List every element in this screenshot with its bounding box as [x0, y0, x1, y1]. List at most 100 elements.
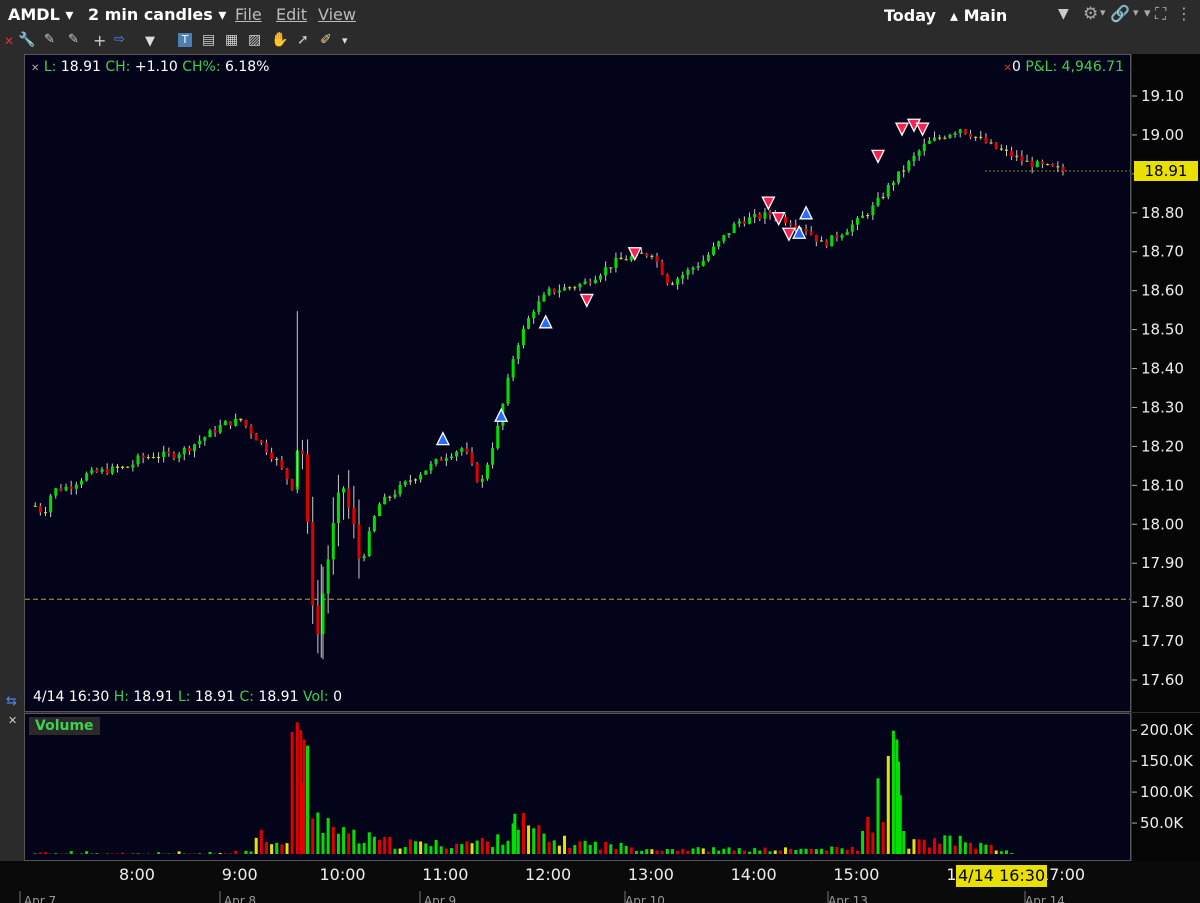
- volume-bar: [521, 813, 525, 854]
- position-value: 0: [1011, 59, 1021, 75]
- period-selector[interactable]: Today: [884, 6, 936, 25]
- candle-body: [660, 261, 664, 275]
- volume-bar: [414, 841, 417, 854]
- fib-icon[interactable]: ▦: [225, 32, 238, 48]
- volume-bar: [963, 842, 967, 854]
- price-chart-panel[interactable]: ✕ L: 18.91 CH: +1.10 CH%: 6.18% ✕0 P&L: …: [24, 54, 1131, 712]
- gear-dropdown-icon[interactable]: ▾: [1100, 6, 1106, 19]
- layout-selector[interactable]: ▴ Main: [950, 6, 1007, 25]
- volume-bar: [311, 818, 315, 854]
- candle-body: [886, 185, 890, 197]
- eraser-dropdown-icon[interactable]: ▾: [342, 34, 348, 47]
- change-pct-value: 6.18%: [225, 59, 270, 75]
- settings-small-icon[interactable]: ✕: [31, 63, 39, 74]
- volume-bar: [640, 851, 644, 854]
- price-tick-label: 19.00: [1141, 126, 1184, 144]
- volume-bar: [249, 851, 253, 854]
- drawing-toolbar: ✕ 🔧 ✎ ✎ + ⇨ ▼ T ▤ ▦ ▨ ✋ ➚ ✐ ▾: [0, 30, 1200, 54]
- symbol-selector[interactable]: AMDL ▾: [8, 5, 73, 24]
- volume-panel[interactable]: Volume: [24, 713, 1131, 861]
- candle-body: [187, 447, 191, 452]
- candle-body: [95, 469, 99, 472]
- menu-view[interactable]: View: [318, 5, 356, 24]
- volume-bar: [388, 837, 392, 854]
- pnl-value: 4,946.71: [1061, 59, 1124, 75]
- volume-bar: [953, 845, 957, 854]
- candle-body: [1056, 166, 1060, 168]
- text-tool-icon[interactable]: T: [178, 33, 192, 47]
- volume-bar-spike: [513, 813, 517, 854]
- time-axis[interactable]: 8:009:0010:0011:0012:0013:0014:0015:0016…: [0, 861, 1200, 903]
- arrow-icon[interactable]: ⇨: [114, 32, 125, 47]
- volume-bar-spike: [895, 739, 899, 854]
- volume-bar: [599, 849, 602, 854]
- maximize-icon[interactable]: ⛶: [1155, 4, 1166, 24]
- remove-icon[interactable]: ✕: [4, 34, 14, 48]
- price-tick-label: 18.80: [1141, 204, 1184, 222]
- link-dropdown-icon[interactable]: ▾: [1133, 6, 1139, 19]
- interval-selector[interactable]: 2 min candles ▾: [88, 5, 226, 24]
- close-pnl-icon[interactable]: ✕: [1004, 63, 1012, 74]
- bars-icon[interactable]: ▤: [202, 32, 215, 48]
- candle-body: [403, 481, 407, 485]
- candle-body: [259, 440, 263, 443]
- candle-body: [876, 197, 880, 206]
- volume-bar: [660, 850, 664, 854]
- gear-icon[interactable]: ⚙: [1083, 4, 1098, 24]
- candle-body: [943, 137, 947, 139]
- close-window-icon[interactable]: ⋮: [1176, 4, 1192, 23]
- candle-body: [1004, 149, 1008, 151]
- volume-axis[interactable]: 200.0K 150.0K 100.0K 50.0K: [1132, 713, 1200, 861]
- menu-edit[interactable]: Edit: [276, 5, 307, 24]
- close-panel-icon[interactable]: ✕: [8, 714, 17, 727]
- volume-bar: [419, 841, 423, 854]
- candle-body: [38, 505, 42, 513]
- crosshair-icon[interactable]: +: [93, 31, 106, 50]
- candle-body: [470, 452, 474, 464]
- pin-icon[interactable]: ✎: [44, 32, 55, 47]
- volume-bar: [969, 842, 972, 854]
- candle-body: [331, 522, 335, 560]
- price-axis[interactable]: 19.1019.0018.9018.8018.7018.6018.5018.40…: [1132, 54, 1200, 712]
- candle-body: [624, 259, 628, 261]
- candle-body: [1020, 155, 1024, 161]
- lines-icon[interactable]: ▨: [248, 32, 261, 48]
- volume-bar: [866, 816, 870, 854]
- volume-bar: [814, 849, 818, 854]
- volume-bar: [737, 848, 741, 854]
- collapse-icon[interactable]: ▼: [145, 34, 155, 49]
- candle-body: [372, 516, 376, 532]
- volume-bar: [609, 844, 613, 854]
- last-value: 18.91: [60, 59, 101, 75]
- volume-bar: [871, 832, 875, 854]
- candle-body: [167, 451, 171, 454]
- candle-body: [599, 275, 602, 280]
- volume-bar: [403, 847, 407, 854]
- candle-body: [871, 205, 875, 216]
- bar-info: 4/14 16:30 H: 18.91 L: 18.91 C: 18.91 Vo…: [33, 689, 342, 705]
- minimize-icon[interactable]: ▾: [1144, 6, 1151, 21]
- eraser-icon[interactable]: ✐: [320, 32, 332, 48]
- wrench-icon[interactable]: 🔧: [18, 32, 35, 48]
- candle-body: [193, 444, 197, 452]
- volume-bar: [645, 849, 649, 854]
- hand-icon[interactable]: ✋: [271, 32, 288, 48]
- volume-bar: [342, 827, 346, 854]
- expand-icon[interactable]: ⇆: [6, 694, 17, 709]
- cursor-icon[interactable]: ➚: [297, 32, 309, 48]
- menu-file[interactable]: File: [235, 5, 262, 24]
- layout-dropdown-icon[interactable]: ▼: [1058, 6, 1069, 22]
- candle-body: [814, 234, 818, 242]
- link-icon[interactable]: 🔗: [1110, 4, 1130, 23]
- volume-bar: [506, 840, 510, 854]
- volume-bar: [835, 847, 839, 854]
- volume-value: 0: [333, 689, 343, 705]
- price-tick-label: 18.50: [1141, 321, 1184, 339]
- pin2-icon[interactable]: ✎: [68, 32, 79, 47]
- volume-bar: [208, 851, 212, 854]
- volume-bar: [696, 847, 700, 854]
- volume-bar: [1010, 853, 1014, 854]
- volume-bar: [588, 844, 592, 854]
- volume-bar: [670, 849, 674, 854]
- volume-bar: [984, 844, 988, 854]
